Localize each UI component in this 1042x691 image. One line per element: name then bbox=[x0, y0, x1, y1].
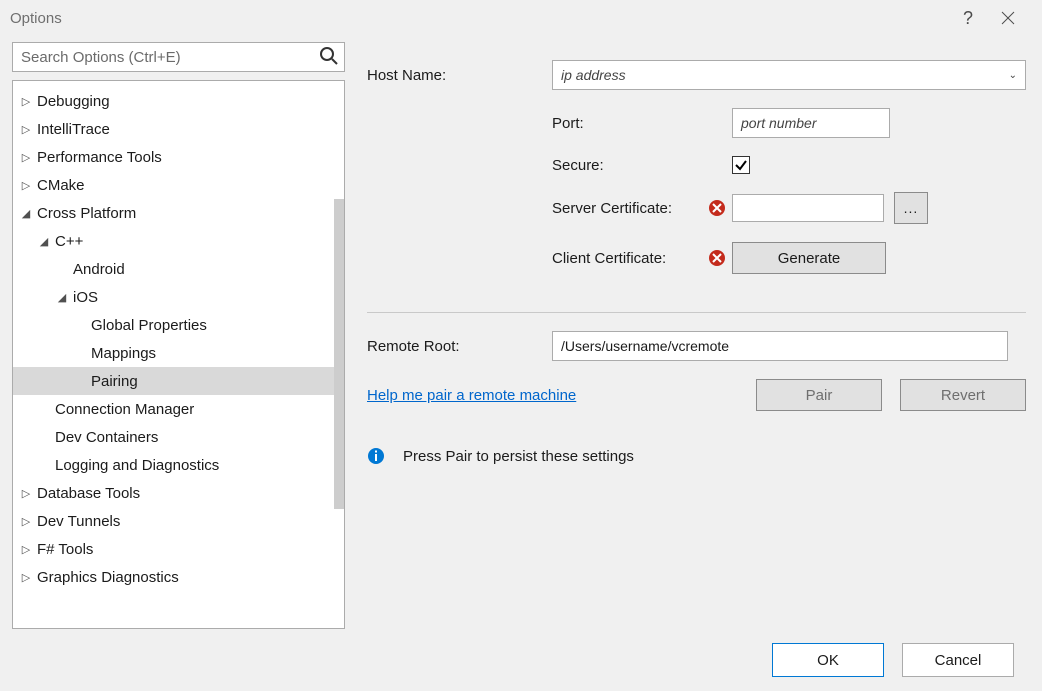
tree-item-label: Graphics Diagnostics bbox=[37, 569, 179, 586]
tree-item-label: Database Tools bbox=[37, 485, 140, 502]
host-combobox[interactable]: ip address ⌄ bbox=[552, 60, 1026, 90]
tree-item[interactable]: ◢ Cross Platform bbox=[13, 199, 344, 227]
servercert-label: Server Certificate: bbox=[552, 200, 672, 217]
secure-checkbox[interactable] bbox=[732, 156, 750, 174]
tree-item[interactable]: ▷ Database Tools bbox=[13, 479, 344, 507]
tree-twisty-icon: ◢ bbox=[39, 235, 49, 248]
search-input[interactable] bbox=[12, 42, 345, 72]
tree-item[interactable]: Dev Containers bbox=[13, 423, 344, 451]
tree-item[interactable]: ▷ Debugging bbox=[13, 87, 344, 115]
tree-item[interactable]: ◢ C++ bbox=[13, 227, 344, 255]
remoteroot-input[interactable]: /Users/username/vcremote bbox=[552, 331, 1008, 361]
servercert-input[interactable] bbox=[732, 194, 884, 222]
tree-twisty-icon: ▷ bbox=[21, 543, 31, 556]
tree-twisty-icon: ▷ bbox=[21, 95, 31, 108]
scrollbar-thumb[interactable] bbox=[334, 199, 344, 509]
port-input[interactable]: port number bbox=[732, 108, 890, 138]
host-label: Host Name: bbox=[367, 67, 552, 84]
pair-button[interactable]: Pair bbox=[756, 379, 882, 411]
servercert-label-row: Server Certificate: bbox=[552, 199, 732, 217]
tree-item-label: iOS bbox=[73, 289, 98, 306]
tree-item-label: Dev Tunnels bbox=[37, 513, 120, 530]
tree-item-label: CMake bbox=[37, 177, 85, 194]
browse-button[interactable]: ... bbox=[894, 192, 928, 224]
tree-item-label: Dev Containers bbox=[55, 429, 158, 446]
error-icon bbox=[708, 199, 726, 217]
tree-item[interactable]: Logging and Diagnostics bbox=[13, 451, 344, 479]
dialog-body: ▷ Debugging ▷ IntelliTrace ▷ Performance Tool… bbox=[0, 36, 1042, 629]
error-icon bbox=[708, 249, 726, 267]
tree-item-label: Connection Manager bbox=[55, 401, 194, 418]
tree-item[interactable]: ▷ Performance Tools bbox=[13, 143, 344, 171]
tree-item-label: Mappings bbox=[91, 345, 156, 362]
info-icon bbox=[367, 447, 385, 465]
help-icon[interactable]: ? bbox=[948, 0, 988, 36]
right-panel: Host Name: ip address ⌄ Port: port numbe… bbox=[367, 42, 1026, 629]
tree-twisty-icon: ◢ bbox=[57, 291, 67, 304]
tree-twisty-icon: ▷ bbox=[21, 487, 31, 500]
tree-item[interactable]: Global Properties bbox=[13, 311, 344, 339]
tree-item-label: Global Properties bbox=[91, 317, 207, 334]
tree-item[interactable]: Pairing bbox=[13, 367, 344, 395]
tree-twisty-icon: ◢ bbox=[21, 207, 31, 220]
tree-item[interactable]: Connection Manager bbox=[13, 395, 344, 423]
left-panel: ▷ Debugging ▷ IntelliTrace ▷ Performance Tool… bbox=[12, 42, 345, 629]
tree-item[interactable]: ◢ iOS bbox=[13, 283, 344, 311]
tree-item-label: Cross Platform bbox=[37, 205, 136, 222]
window-title: Options bbox=[10, 10, 948, 27]
tree-item[interactable]: ▷ Dev Tunnels bbox=[13, 507, 344, 535]
tree-item-label: IntelliTrace bbox=[37, 121, 110, 138]
tree-item[interactable]: ▷ CMake bbox=[13, 171, 344, 199]
tree-item[interactable]: ▷ IntelliTrace bbox=[13, 115, 344, 143]
tree-item-label: F# Tools bbox=[37, 541, 93, 558]
info-text: Press Pair to persist these settings bbox=[403, 448, 634, 465]
tree-item[interactable]: Mappings bbox=[13, 339, 344, 367]
ok-button[interactable]: OK bbox=[772, 643, 884, 677]
tree-item-label: Pairing bbox=[91, 373, 138, 390]
tree-item[interactable]: Android bbox=[13, 255, 344, 283]
tree-item[interactable]: ▷ F# Tools bbox=[13, 535, 344, 563]
host-value: ip address bbox=[561, 67, 626, 83]
tree-item-label: Performance Tools bbox=[37, 149, 162, 166]
tree-twisty-icon: ▷ bbox=[21, 515, 31, 528]
search-wrapper bbox=[12, 42, 345, 72]
separator bbox=[367, 312, 1026, 313]
tree-twisty-icon: ▷ bbox=[21, 151, 31, 164]
tree-twisty-icon: ▷ bbox=[21, 571, 31, 584]
tree-item-label: C++ bbox=[55, 233, 83, 250]
clientcert-label: Client Certificate: bbox=[552, 250, 666, 267]
tree-item-label: Logging and Diagnostics bbox=[55, 457, 219, 474]
help-pair-link[interactable]: Help me pair a remote machine bbox=[367, 387, 576, 404]
close-icon[interactable] bbox=[988, 0, 1028, 36]
tree-item[interactable]: ▷ Graphics Diagnostics bbox=[13, 563, 344, 591]
clientcert-label-row: Client Certificate: bbox=[552, 249, 732, 267]
search-icon[interactable] bbox=[319, 46, 339, 69]
tree-item-label: Debugging bbox=[37, 93, 110, 110]
port-label: Port: bbox=[552, 115, 732, 132]
secure-label: Secure: bbox=[552, 157, 732, 174]
tree-twisty-icon: ▷ bbox=[21, 123, 31, 136]
remoteroot-label: Remote Root: bbox=[367, 338, 552, 355]
chevron-down-icon: ⌄ bbox=[1009, 70, 1017, 81]
options-dialog: Options ? ▷ Debugging ▷ IntelliTrace ▷ Perfor… bbox=[0, 0, 1042, 691]
revert-button[interactable]: Revert bbox=[900, 379, 1026, 411]
options-tree: ▷ Debugging ▷ IntelliTrace ▷ Performance Tool… bbox=[12, 80, 345, 629]
cancel-button[interactable]: Cancel bbox=[902, 643, 1014, 677]
dialog-footer: OK Cancel bbox=[0, 629, 1042, 691]
tree-twisty-icon: ▷ bbox=[21, 179, 31, 192]
titlebar: Options ? bbox=[0, 0, 1042, 36]
generate-button[interactable]: Generate bbox=[732, 242, 886, 274]
tree-item-label: Android bbox=[73, 261, 125, 278]
